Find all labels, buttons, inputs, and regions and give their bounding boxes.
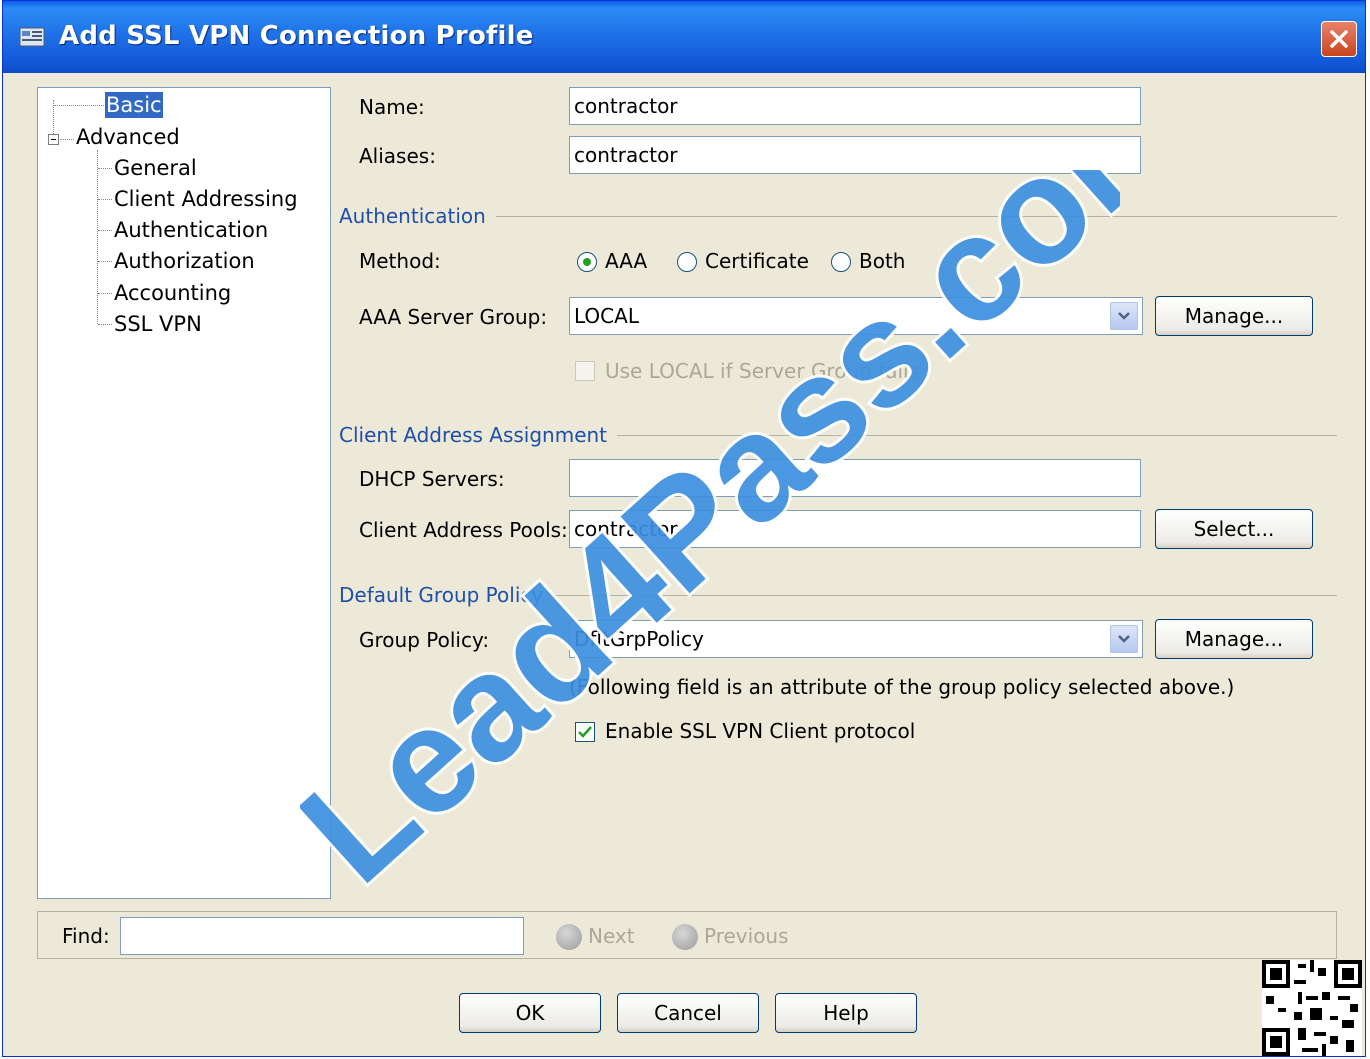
method-label: Method: [359,249,441,273]
tree-item-ssl-vpn[interactable]: SSL VPN [114,311,202,337]
find-field[interactable] [120,917,524,955]
tree-item-client-addressing[interactable]: Client Addressing [114,186,298,212]
dialog-window: Add SSL VPN Connection Profile Basic Adv… [2,0,1366,1057]
dhcp-servers-label: DHCP Servers: [359,467,505,491]
method-certificate-radio[interactable] [677,252,697,272]
navigation-tree[interactable]: Basic Advanced General Client Addressing… [37,87,331,899]
group-policy-manage-button[interactable]: Manage... [1155,619,1313,659]
close-button[interactable] [1321,21,1357,57]
tree-item-authentication[interactable]: Authentication [114,217,268,243]
help-button[interactable]: Help [775,993,917,1033]
chevron-down-icon [1118,312,1130,320]
group-policy-value: DfltGrpPolicy [574,627,704,651]
tree-item-accounting[interactable]: Accounting [114,280,231,306]
find-label: Find: [62,924,110,948]
aliases-label: Aliases: [359,144,436,168]
method-both-label[interactable]: Both [859,249,905,273]
previous-icon [672,924,698,950]
checkmark-icon [578,726,592,738]
previous-button[interactable]: Previous [704,924,789,948]
aaa-manage-button[interactable]: Manage... [1155,296,1313,336]
method-aaa-radio[interactable] [577,252,597,272]
aliases-field[interactable]: contractor [569,136,1141,174]
method-certificate-label[interactable]: Certificate [705,249,809,273]
dropdown-button[interactable] [1110,625,1138,653]
tree-item-advanced[interactable]: Advanced [76,124,180,150]
chevron-down-icon [1118,635,1130,643]
client-address-section-title: Client Address Assignment [339,423,618,447]
qr-code [1262,960,1362,1056]
group-policy-select[interactable]: DfltGrpPolicy [569,620,1143,658]
tree-connector [98,230,112,231]
tree-connector [98,199,112,200]
tree-item-basic[interactable]: Basic [105,92,163,118]
name-label: Name: [359,95,425,119]
tree-item-general[interactable]: General [114,155,197,181]
title-bar[interactable]: Add SSL VPN Connection Profile [3,1,1365,73]
select-pools-button[interactable]: Select... [1155,509,1313,549]
authentication-section-title: Authentication [339,204,496,228]
dropdown-button[interactable] [1110,302,1138,330]
method-aaa-label[interactable]: AAA [605,249,647,273]
collapse-icon[interactable] [48,134,59,145]
client-address-pools-field[interactable]: contractor [569,510,1141,548]
ok-button[interactable]: OK [459,993,601,1033]
use-local-label: Use LOCAL if Server Group fails [605,359,920,383]
next-icon [556,924,582,950]
aaa-server-group-value: LOCAL [574,304,639,328]
enable-ssl-vpn-checkbox[interactable] [575,722,595,742]
cancel-button[interactable]: Cancel [617,993,759,1033]
tree-connector [98,168,112,169]
client-address-pools-label: Client Address Pools: [359,518,568,542]
tree-connector [98,261,112,262]
method-both-radio[interactable] [831,252,851,272]
window-title: Add SSL VPN Connection Profile [59,21,534,51]
use-local-checkbox[interactable] [575,361,595,381]
aaa-server-group-select[interactable]: LOCAL [569,297,1143,335]
tree-connector [97,150,98,324]
name-field[interactable]: contractor [569,87,1141,125]
next-button[interactable]: Next [588,924,635,948]
app-icon [19,27,45,47]
find-bar: Find: Next Previous [37,911,1337,959]
group-policy-note: (Following field is an attribute of the … [569,675,1235,699]
tree-connector [54,105,104,106]
group-policy-section-title: Default Group Policy [339,583,554,607]
group-policy-label: Group Policy: [359,628,490,652]
tree-item-authorization[interactable]: Authorization [114,248,255,274]
tree-connector [60,139,74,140]
tree-connector [98,324,112,325]
enable-ssl-vpn-label: Enable SSL VPN Client protocol [605,719,916,743]
dhcp-servers-field[interactable] [569,459,1141,497]
close-icon [1330,30,1348,48]
aaa-server-group-label: AAA Server Group: [359,305,548,329]
tree-connector [98,293,112,294]
